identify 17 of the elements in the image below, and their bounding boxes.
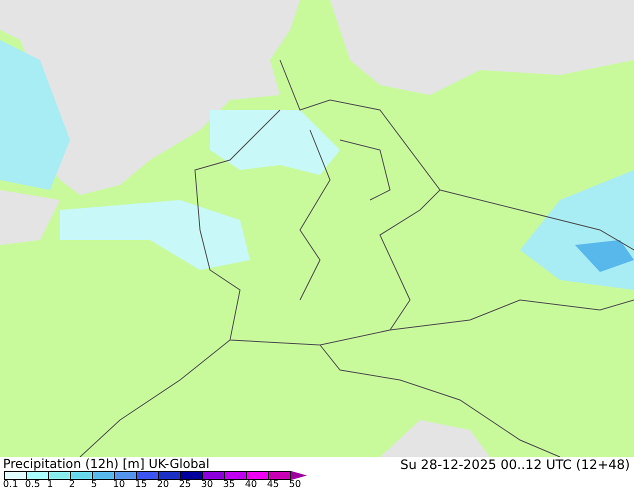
scale-label: 5 bbox=[91, 480, 98, 490]
scale-label: 15 bbox=[135, 480, 148, 490]
scale-label: 45 bbox=[267, 480, 280, 490]
scale-label: 50 bbox=[289, 480, 302, 490]
map-title: Precipitation (12h) [m] UK-Global bbox=[3, 457, 210, 471]
scale-label: 0.1 bbox=[3, 480, 20, 490]
scale-label: 30 bbox=[201, 480, 214, 490]
scale-label: 0.5 bbox=[25, 480, 42, 490]
scale-label: 10 bbox=[113, 480, 126, 490]
scale-label: 1 bbox=[47, 480, 54, 490]
scale-label: 2 bbox=[69, 480, 76, 490]
scale-label: 20 bbox=[157, 480, 170, 490]
scale-arrow-icon bbox=[291, 471, 307, 480]
scale-label: 40 bbox=[245, 480, 258, 490]
valid-time: Su 28-12-2025 00..12 UTC (12+48) bbox=[400, 459, 630, 475]
scale-label: 25 bbox=[179, 480, 192, 490]
scale-label: 35 bbox=[223, 480, 236, 490]
